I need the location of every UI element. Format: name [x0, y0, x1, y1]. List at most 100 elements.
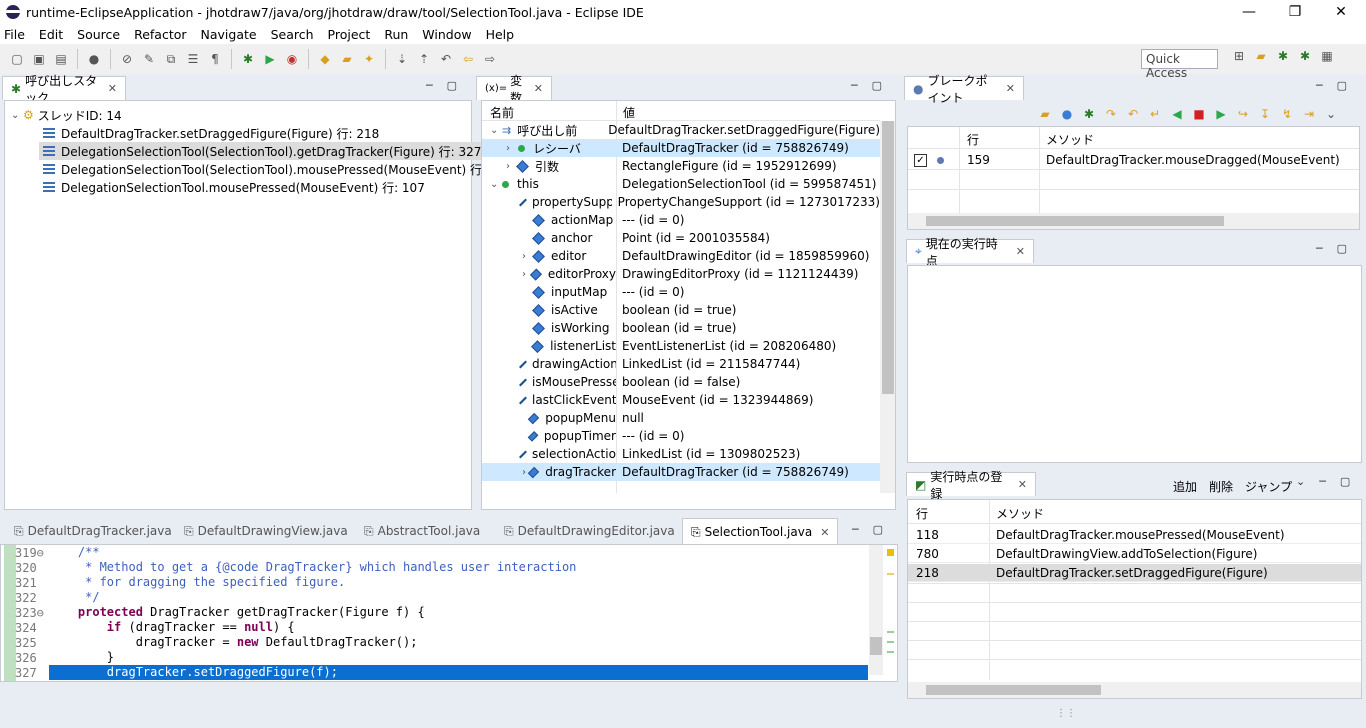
menu-project[interactable]: Project	[328, 27, 371, 42]
view-menu-icon[interactable]: ⌄	[1323, 106, 1339, 122]
remove-icon[interactable]: ●	[1059, 106, 1075, 122]
open-type-icon[interactable]: ◆	[317, 51, 333, 67]
close-icon[interactable]: ✕	[820, 526, 829, 539]
code-line[interactable]: 327 dragTracker.setDraggedFigure(f);	[15, 665, 868, 680]
col-line-header[interactable]: 行	[967, 131, 979, 148]
editor-tab-active[interactable]: ⎘ SelectionTool.java ✕	[682, 518, 839, 545]
chevron-down-icon[interactable]: ⌄	[490, 179, 502, 190]
variable-row[interactable]: propertySupport PropertyChangeSupport (id…	[482, 193, 880, 211]
menu-search[interactable]: Search	[271, 27, 314, 42]
profile-icon[interactable]: ●	[86, 51, 102, 67]
copy-icon[interactable]: ⧉	[163, 51, 179, 67]
variable-row[interactable]: › editorProxy DrawingEditorProxy (id = 112…	[482, 265, 880, 283]
back-icon[interactable]: ⇦	[460, 51, 476, 67]
chevron-down-icon[interactable]: ⌄	[490, 125, 502, 136]
menu-edit[interactable]: Edit	[39, 27, 63, 42]
close-icon[interactable]: ✕	[1018, 478, 1027, 491]
variable-row[interactable]: isWorking boolean (id = true)	[482, 319, 880, 337]
stack-frame[interactable]: DefaultDragTracker.setDraggedFigure(Figu…	[43, 124, 379, 142]
code-line[interactable]: 324 if (dragTracker == null) {	[15, 620, 868, 635]
scrollbar-thumb[interactable]	[926, 685, 1101, 695]
scrollbar-thumb[interactable]	[926, 216, 1224, 226]
col-line-header[interactable]: 行	[916, 505, 928, 522]
variable-row[interactable]: › dragTracker DefaultDragTracker (id = 758…	[482, 463, 880, 481]
stack-frame[interactable]: DelegationSelectionTool(SelectionTool).m…	[43, 160, 513, 178]
minimize-button[interactable]: —	[1226, 0, 1272, 24]
close-button[interactable]: ✕	[1318, 0, 1364, 24]
registered-row[interactable]: 780 DefaultDrawingView.addToSelection(Fig…	[908, 545, 1361, 563]
code-line[interactable]: 319⊖ /**	[15, 545, 868, 560]
editor-tab[interactable]: ⎘ DefaultDrawingEditor.java	[496, 519, 683, 543]
breakpoint-row[interactable]: ✓ 159 DefaultDragTracker.mouseDragged(Mo…	[914, 151, 1354, 169]
col-method-header[interactable]: メソッド	[1046, 131, 1094, 148]
quick-access-field[interactable]: Quick Access	[1141, 49, 1218, 80]
code-line[interactable]: 323⊖ protected DragTracker getDragTracke…	[15, 605, 868, 620]
variable-row[interactable]: ⌄ ⇉ 呼び出し前 DefaultDragTracker.setDraggedFigu…	[482, 121, 880, 139]
step-into-icon[interactable]: ↧	[1257, 106, 1273, 122]
chevron-right-icon[interactable]: ›	[506, 143, 518, 154]
delete-button[interactable]: 削除	[1209, 478, 1233, 495]
variable-row[interactable]: isMousePressed boolean (id = false)	[482, 373, 880, 391]
warning-marker-icon[interactable]	[887, 549, 894, 556]
variable-row[interactable]: lastClickEvent MouseEvent (id = 132394486…	[482, 391, 880, 409]
code-line[interactable]: 326 }	[15, 650, 868, 665]
close-icon[interactable]: ✕	[534, 82, 543, 95]
stack-frame-selected[interactable]: DelegationSelectionTool(SelectionTool).g…	[39, 142, 486, 160]
current-minmax[interactable]: ─▢	[1316, 242, 1361, 255]
tab-breakpoints[interactable]: ● ブレークポイント ✕	[904, 74, 1024, 105]
variable-row[interactable]: popupMenu null	[482, 409, 880, 427]
variable-row[interactable]: popupTimer --- (id = 0)	[482, 427, 880, 445]
open-perspective-icon[interactable]: ⊞	[1231, 48, 1247, 64]
tab-callstack[interactable]: ✱ 呼び出しスタック ✕	[2, 74, 126, 105]
code-line[interactable]: 321 * for dragging the specified figure.	[15, 575, 868, 590]
tab-variables[interactable]: (x)= 変数 ✕	[476, 74, 552, 105]
close-icon[interactable]: ✕	[1016, 245, 1025, 258]
menu-file[interactable]: File	[4, 27, 25, 42]
use-step-filter-icon[interactable]: ⇥	[1301, 106, 1317, 122]
debug-icon[interactable]: ✱	[240, 51, 256, 67]
last-edit-icon[interactable]: ↶	[438, 51, 454, 67]
step-over-icon[interactable]: ↪	[1235, 106, 1251, 122]
variable-row[interactable]: isActive boolean (id = true)	[482, 301, 880, 319]
prev-annotation-icon[interactable]: ⇡	[416, 51, 432, 67]
variable-row[interactable]: inputMap --- (id = 0)	[482, 283, 880, 301]
code-editor[interactable]: 319⊖ /** 320 * Method to get a {@code Dra…	[0, 544, 898, 682]
pilcrow-icon[interactable]: ¶	[207, 51, 223, 67]
registered-row[interactable]: 118 DefaultDragTracker.mousePressed(Mouse…	[908, 526, 1361, 544]
save-icon[interactable]: ▣	[31, 51, 47, 67]
annotation-marker-icon[interactable]	[887, 573, 894, 575]
scrollbar-thumb[interactable]	[870, 637, 882, 655]
menu-help[interactable]: Help	[486, 27, 515, 42]
drop-icon[interactable]: ↯	[1279, 106, 1295, 122]
next-annotation-icon[interactable]: ⇣	[394, 51, 410, 67]
editor-tab[interactable]: ⎘ DefaultDragTracker.java	[6, 519, 180, 543]
close-icon[interactable]: ✕	[108, 82, 117, 95]
java-perspective-icon[interactable]: ▰	[1253, 48, 1269, 64]
tab-registered[interactable]: ◩ 実行時点の登録 ✕	[906, 470, 1036, 501]
step-back-icon[interactable]: ↶	[1125, 106, 1141, 122]
plugin-perspective-icon[interactable]: ✱	[1297, 48, 1313, 64]
save-all-icon[interactable]: ▤	[53, 51, 69, 67]
annotation-marker-icon[interactable]	[887, 641, 894, 643]
annotation-marker-icon[interactable]	[887, 651, 894, 653]
editor-tab[interactable]: ⎘ AbstractTool.java	[356, 519, 489, 543]
pin-icon[interactable]: ✎	[141, 51, 157, 67]
vertical-scrollbar[interactable]	[869, 545, 883, 675]
col-method-header[interactable]: メソッド	[996, 505, 1044, 522]
debug-icon[interactable]: ✱	[1081, 106, 1097, 122]
jump-button[interactable]: ジャンプ	[1245, 478, 1292, 495]
code-line[interactable]: 325 dragTracker = new DefaultDragTracker…	[15, 635, 868, 650]
horizontal-scrollbar[interactable]	[908, 213, 1359, 229]
code-line[interactable]: 322 */	[15, 590, 868, 605]
step-return-icon[interactable]: ↵	[1147, 106, 1163, 122]
layout-perspective-icon[interactable]: ▦	[1319, 48, 1335, 64]
restore-button[interactable]: ❐	[1272, 0, 1318, 24]
variable-row[interactable]: › editor DefaultDrawingEditor (id = 185985…	[482, 247, 880, 265]
variables-minmax[interactable]: ─▢	[851, 79, 896, 92]
coverage-icon[interactable]: ◉	[284, 51, 300, 67]
add-button[interactable]: 追加	[1173, 478, 1197, 495]
breakpoints-minmax[interactable]: ─▢	[1316, 79, 1361, 92]
horizontal-scrollbar[interactable]	[908, 682, 1361, 698]
variable-row[interactable]: drawingActionTools LinkedList (id = 21158…	[482, 355, 880, 373]
vertical-scrollbar[interactable]	[880, 121, 895, 493]
